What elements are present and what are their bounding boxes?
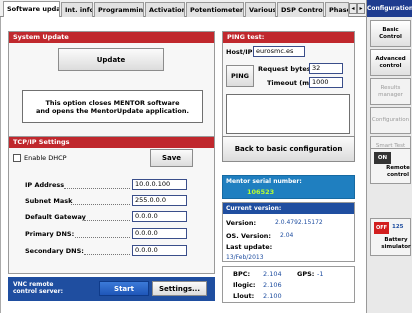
tab-activation[interactable]: Activation xyxy=(145,2,185,17)
gps-label: GPS: xyxy=(297,270,315,278)
battery-simulator-toggle[interactable]: OFF 125 Battery simulator xyxy=(370,218,411,256)
ping-test-panel: PING test: Host/IP eurosmc.es PING Reque… xyxy=(222,31,355,139)
ip-address-label: IP Address xyxy=(25,181,65,189)
os-version-label: OS. Version: xyxy=(226,232,272,240)
subnet-mask-field[interactable]: 255.0.0.0 xyxy=(132,195,187,206)
tcpip-settings-panel: TCP/IP Settings Enable DHCP Save IP Addr… xyxy=(8,136,215,274)
tcpip-title: TCP/IP Settings xyxy=(9,137,214,148)
tab-phase[interactable]: Phase xyxy=(325,2,349,17)
last-update-label: Last update: xyxy=(226,243,273,251)
last-update-value: 13/Feb/2013 xyxy=(226,254,264,261)
mask-dots xyxy=(71,204,130,205)
configuration-button[interactable]: Configuration xyxy=(370,107,411,134)
software-update-page: System Update Update This option closes … xyxy=(0,17,366,313)
tab-software-update[interactable]: Software update xyxy=(3,1,60,17)
remote-control-label: Remote control xyxy=(386,165,410,178)
default-gateway-field[interactable]: 0.0.0.0 xyxy=(132,211,187,222)
request-bytes-label: Request bytes: xyxy=(258,65,314,73)
tab-scroll-right-icon[interactable]: ▸ xyxy=(357,3,365,14)
advanced-control-button[interactable]: Advanced control xyxy=(370,49,411,76)
ping-output-box xyxy=(226,94,350,134)
vnc-panel: VNC remote control server: Start Setting… xyxy=(8,277,215,301)
update-info-line1: This option closes MENTOR software xyxy=(45,99,180,107)
ip-dots xyxy=(64,188,130,189)
sidebar-title: Configuration xyxy=(367,0,412,17)
ilogic-label: Ilogic: xyxy=(233,281,256,289)
serial-number-label: Mentor serial number: xyxy=(226,178,302,185)
enable-dhcp-checkbox[interactable] xyxy=(13,154,21,162)
host-ip-field[interactable]: eurosmc.es xyxy=(253,46,305,57)
ip-address-field[interactable]: 10.0.0.100 xyxy=(132,179,187,190)
lout-label: Llout: xyxy=(233,292,255,300)
serial-number-value: 106523 xyxy=(247,188,275,196)
tab-dsp-control[interactable]: DSP Control xyxy=(277,2,324,17)
primary-dns-label: Primary DNS: xyxy=(25,230,75,238)
primary-dns-field[interactable]: 0.0.0.0 xyxy=(132,228,187,239)
dns1-dots xyxy=(75,237,130,238)
current-version-panel: Current version: Version: 2.0.4792.15172… xyxy=(222,202,355,262)
update-info-box: This option closes MENTOR software and o… xyxy=(22,90,203,123)
vnc-label: VNC remote control server: xyxy=(13,281,63,295)
system-update-panel: System Update Update This option closes … xyxy=(8,31,215,142)
ilogic-value: 2.106 xyxy=(263,281,282,289)
vnc-settings-button[interactable]: Settings... xyxy=(152,281,207,296)
secondary-dns-label: Secondary DNS: xyxy=(25,247,84,255)
os-version-value: 2.04 xyxy=(280,232,294,239)
version-label: Version: xyxy=(226,219,257,227)
battery-value: 125 xyxy=(392,224,404,230)
back-to-basic-config-button[interactable]: Back to basic configuration xyxy=(222,136,355,162)
update-info-line2: and opens the MentorUpdate application. xyxy=(36,107,189,115)
default-gateway-label: Default Gateway xyxy=(25,213,86,221)
right-sidebar: Configuration Basic Control Advanced con… xyxy=(366,0,412,313)
tab-bar: Software update Int. info Programming Ac… xyxy=(0,0,366,17)
tab-programming[interactable]: Programming xyxy=(94,2,144,17)
host-ip-label: Host/IP xyxy=(226,48,253,56)
system-update-title: System Update xyxy=(9,32,214,43)
vnc-label-line1: VNC remote xyxy=(13,281,54,288)
update-button[interactable]: Update xyxy=(58,48,164,71)
request-bytes-field[interactable]: 32 xyxy=(309,63,343,74)
ping-button[interactable]: PING xyxy=(226,65,254,87)
tab-various[interactable]: Various xyxy=(245,2,276,17)
ping-title: PING test: xyxy=(223,32,354,43)
bpc-label: BPC: xyxy=(233,270,251,278)
gateway-dots xyxy=(84,220,130,221)
enable-dhcp-label: Enable DHCP xyxy=(24,154,67,162)
gps-value: -1 xyxy=(317,270,324,278)
current-version-title: Current version: xyxy=(223,203,354,214)
tab-scroll-left-icon[interactable]: ◂ xyxy=(349,3,357,14)
basic-control-button[interactable]: Basic Control xyxy=(370,20,411,47)
vnc-start-button[interactable]: Start xyxy=(99,281,149,296)
version-value: 2.0.4792.15172 xyxy=(275,219,323,226)
dns2-dots xyxy=(84,254,130,255)
vnc-label-line2: control server: xyxy=(13,288,63,295)
battery-simulator-label: Battery simulator xyxy=(381,237,411,250)
save-button[interactable]: Save xyxy=(150,149,193,167)
remote-control-toggle[interactable]: ON Remote control xyxy=(370,148,411,184)
remote-on-indicator: ON xyxy=(374,152,391,164)
serial-number-panel: Mentor serial number: 106523 xyxy=(222,175,355,199)
firmware-versions-panel: BPC: 2.104 GPS: -1 Ilogic: 2.106 Llout: … xyxy=(222,266,355,303)
tab-potentiometers[interactable]: Potentiometers xyxy=(186,2,244,17)
results-manager-button[interactable]: Results manager xyxy=(370,78,411,105)
timeout-field[interactable]: 1000 xyxy=(309,77,343,88)
lout-value: 2.100 xyxy=(263,292,282,300)
bpc-value: 2.104 xyxy=(263,270,282,278)
tab-int-info[interactable]: Int. info xyxy=(61,2,93,17)
subnet-mask-label: Subnet Mask xyxy=(25,197,73,205)
battery-off-indicator: OFF xyxy=(374,222,389,234)
secondary-dns-field[interactable]: 0.0.0.0 xyxy=(132,245,187,256)
